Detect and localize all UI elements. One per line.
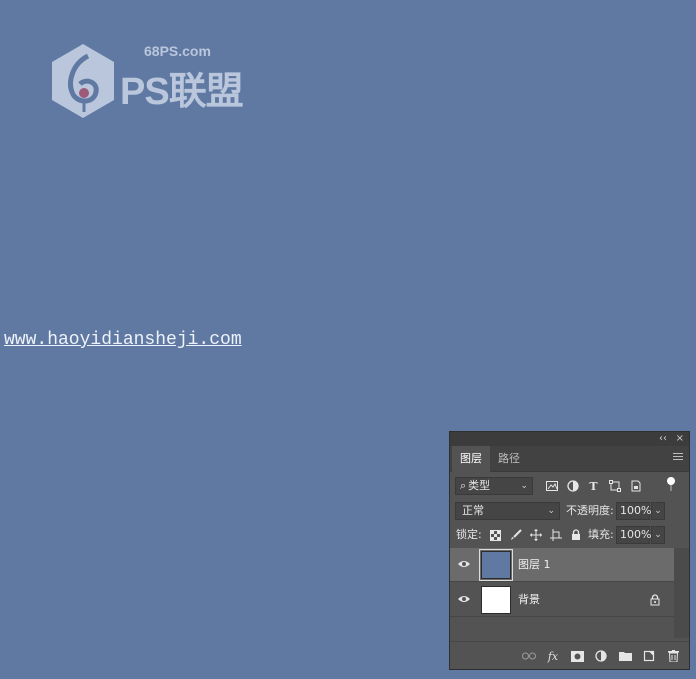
lock-row: 锁定: 填充: 100% ⌄ bbox=[450, 523, 689, 547]
layers-panel: ‹‹ × 图层 路径 ⌕ 类型 ⌄ T 正常 ⌄ 不透明度: 100% ⌄ 锁定… bbox=[449, 431, 690, 670]
opacity-label: 不透明度: bbox=[566, 504, 614, 517]
filter-kind-value: 类型 bbox=[468, 479, 491, 492]
lock-artboard-icon[interactable] bbox=[548, 528, 563, 543]
double-chevron-left-icon[interactable]: ‹‹ bbox=[659, 432, 667, 446]
lock-all-icon[interactable] bbox=[568, 528, 583, 543]
fill-label: 填充: bbox=[588, 528, 614, 541]
lock-icon bbox=[650, 594, 660, 606]
layers-scrollbar[interactable] bbox=[674, 548, 689, 638]
panel-bottom-toolbar: fx bbox=[450, 641, 689, 669]
filter-icons: T bbox=[544, 477, 643, 495]
filter-kind-select[interactable]: ⌕ 类型 ⌄ bbox=[455, 477, 533, 495]
logo-wordmark: PS联盟 bbox=[120, 71, 244, 113]
filter-toggle-stem bbox=[670, 485, 672, 491]
filter-toggle-icon[interactable] bbox=[667, 477, 675, 485]
smart-object-filter-icon[interactable] bbox=[628, 479, 643, 494]
layers-list: 图层 1 背景 bbox=[450, 548, 689, 638]
add-mask-icon[interactable] bbox=[569, 648, 585, 664]
chevron-down-icon: ⌄ bbox=[520, 481, 528, 491]
panel-tabs: 图层 路径 bbox=[450, 446, 689, 472]
layer-name[interactable]: 图层 1 bbox=[518, 548, 551, 582]
layer-name[interactable]: 背景 bbox=[518, 583, 540, 617]
fill-dropdown-icon[interactable]: ⌄ bbox=[651, 526, 665, 544]
panel-title-bar: ‹‹ × bbox=[450, 432, 689, 446]
lock-transparent-icon[interactable] bbox=[488, 528, 503, 543]
eye-icon[interactable] bbox=[458, 558, 470, 570]
layer-row[interactable]: 背景 bbox=[450, 583, 674, 617]
document-canvas: 68PS.com PS联盟 www.haoyidiansheji.com ‹‹ … bbox=[0, 0, 696, 679]
eye-icon[interactable] bbox=[458, 593, 470, 605]
blend-mode-select[interactable]: 正常 ⌄ bbox=[455, 502, 560, 520]
new-layer-icon[interactable] bbox=[641, 648, 657, 664]
opacity-dropdown-icon[interactable]: ⌄ bbox=[651, 502, 665, 520]
blend-mode-value: 正常 bbox=[462, 504, 484, 517]
layer-row[interactable]: 图层 1 bbox=[450, 548, 674, 582]
search-icon: ⌕ bbox=[460, 479, 467, 492]
adjustment-layer-icon[interactable] bbox=[593, 648, 609, 664]
logo-domain-text: 68PS.com bbox=[144, 43, 211, 59]
fill-input[interactable]: 100% bbox=[616, 526, 651, 544]
lock-icons bbox=[488, 526, 583, 544]
panel-menu-icon[interactable] bbox=[673, 453, 683, 463]
layer-thumbnail bbox=[481, 586, 511, 614]
adjustment-filter-icon[interactable] bbox=[565, 479, 580, 494]
image-filter-icon[interactable] bbox=[544, 479, 559, 494]
type-filter-icon[interactable]: T bbox=[586, 479, 601, 494]
shape-filter-icon[interactable] bbox=[607, 479, 622, 494]
link-layers-icon[interactable] bbox=[521, 648, 537, 664]
watermark-link[interactable]: www.haoyidiansheji.com bbox=[4, 330, 242, 350]
close-icon[interactable]: × bbox=[676, 432, 684, 446]
ps-union-logo: 68PS.com PS联盟 bbox=[48, 42, 244, 122]
lock-paint-icon[interactable] bbox=[508, 528, 523, 543]
delete-icon[interactable] bbox=[665, 648, 681, 664]
chevron-down-icon: ⌄ bbox=[547, 506, 555, 516]
logo-mark-icon bbox=[52, 44, 114, 118]
layer-thumbnail bbox=[479, 549, 513, 581]
tab-layers[interactable]: 图层 bbox=[452, 446, 490, 472]
new-group-icon[interactable] bbox=[617, 648, 633, 664]
tab-paths[interactable]: 路径 bbox=[490, 446, 528, 472]
filter-row: ⌕ 类型 ⌄ T bbox=[450, 473, 689, 497]
fx-icon[interactable]: fx bbox=[545, 648, 561, 664]
lock-position-icon[interactable] bbox=[528, 528, 543, 543]
lock-label: 锁定: bbox=[456, 528, 482, 541]
opacity-input[interactable]: 100% bbox=[616, 502, 651, 520]
blend-row: 正常 ⌄ 不透明度: 100% ⌄ bbox=[450, 499, 689, 523]
